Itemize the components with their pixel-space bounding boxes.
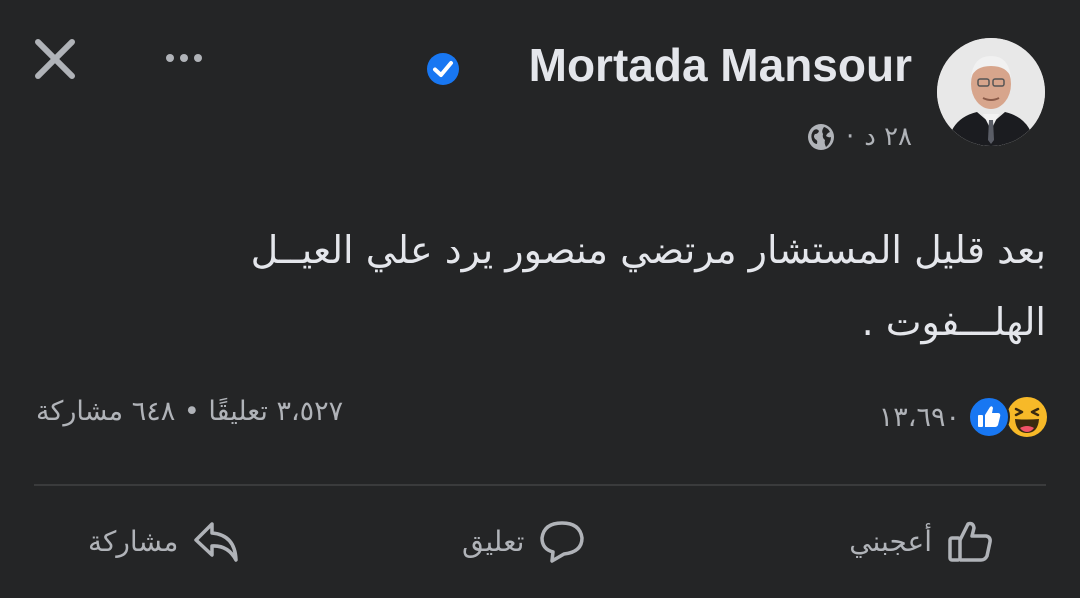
timestamp[interactable]: ٢٨ د	[864, 122, 912, 152]
avatar-image	[937, 38, 1045, 146]
comment-label: تعليق	[462, 524, 525, 558]
share-button[interactable]: مشاركة	[88, 518, 240, 564]
post-text-line-2: الهلـــفوت .	[861, 300, 1046, 344]
share-label: مشاركة	[88, 524, 179, 558]
globe-icon[interactable]	[806, 122, 836, 152]
close-button[interactable]	[30, 34, 80, 84]
author-name[interactable]: Mortada Mansour	[529, 38, 912, 92]
reaction-count: ١٣،٦٩٠	[878, 401, 960, 433]
more-options-button[interactable]	[160, 44, 210, 72]
like-reaction-icon	[968, 396, 1010, 438]
thumbs-up-icon	[948, 521, 992, 562]
close-icon	[35, 39, 75, 79]
post-text: بعد قليل المستشار مرتضي منصور يرد علي ال…	[46, 214, 1046, 358]
meta-separator: ·	[845, 122, 855, 152]
share-arrow-icon	[194, 522, 239, 562]
like-label: أعجبني	[849, 524, 932, 558]
divider	[34, 484, 1046, 486]
reactions-summary[interactable]: ١٣،٦٩٠	[879, 394, 1050, 440]
comments-shares-count[interactable]: ٣،٥٢٧ تعليقًا • ٦٤٨ مشاركة	[36, 396, 343, 427]
comment-bubble-icon	[540, 521, 585, 563]
like-button[interactable]: أعجبني	[849, 518, 994, 564]
comment-button[interactable]: تعليق	[462, 518, 586, 564]
avatar[interactable]	[937, 38, 1045, 146]
post-meta: ٢٨ د ·	[806, 122, 912, 152]
post-text-line-1: بعد قليل المستشار مرتضي منصور يرد علي ال…	[250, 228, 1046, 272]
verified-badge-icon	[427, 53, 459, 85]
